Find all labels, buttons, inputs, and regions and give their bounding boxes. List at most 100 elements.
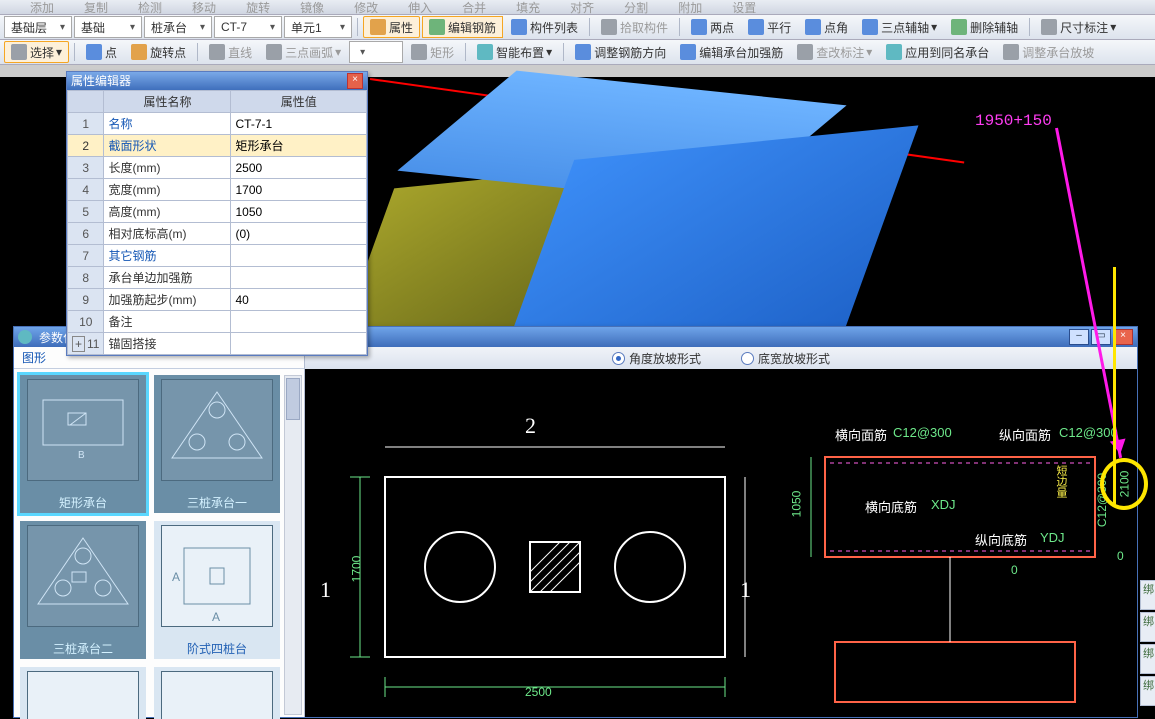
shape-thumbnail[interactable]: 三桩承台二 bbox=[20, 521, 146, 659]
menu-mirror[interactable]: 镜像 bbox=[294, 0, 330, 15]
right-strip-item[interactable]: 绑 bbox=[1140, 580, 1155, 610]
adjust-slope-button[interactable]: 调整承台放坡 bbox=[997, 42, 1100, 62]
dropdown-unit[interactable]: 单元1 bbox=[284, 16, 352, 38]
style-dropdown[interactable] bbox=[349, 41, 403, 63]
shape-thumbnail[interactable]: 三桩承台一 bbox=[154, 375, 280, 513]
right-strip-item[interactable]: 绑 bbox=[1140, 676, 1155, 706]
smart-layout-button[interactable]: 智能布置▾ bbox=[471, 42, 558, 62]
delete-axis-button[interactable]: 删除辅轴 bbox=[945, 17, 1024, 37]
property-row[interactable]: 4宽度(mm)1700 bbox=[68, 179, 367, 201]
property-row[interactable]: 3长度(mm)2500 bbox=[68, 157, 367, 179]
edit-rebar-button[interactable]: 编辑钢筋 bbox=[422, 16, 503, 38]
right-strip-item[interactable]: 绑 bbox=[1140, 644, 1155, 674]
row-number: 1 bbox=[68, 113, 104, 135]
menu-modify[interactable]: 修改 bbox=[348, 0, 384, 15]
menu-settings[interactable]: 设置 bbox=[726, 0, 762, 15]
radio-angle-slope[interactable]: 角度放坡形式 bbox=[612, 350, 701, 367]
property-value[interactable] bbox=[231, 245, 367, 267]
menu-fill[interactable]: 填充 bbox=[510, 0, 546, 15]
property-row[interactable]: +11锚固搭接 bbox=[68, 333, 367, 355]
rect-button[interactable]: 矩形 bbox=[405, 42, 460, 62]
point-button[interactable]: 点 bbox=[80, 42, 123, 62]
property-value[interactable] bbox=[231, 333, 367, 355]
minimize-button[interactable]: ‒ bbox=[1069, 329, 1089, 345]
thumbnail-scrollbar[interactable] bbox=[284, 375, 302, 715]
dimension-button[interactable]: 尺寸标注▾ bbox=[1035, 17, 1122, 37]
property-value[interactable]: 40 bbox=[231, 289, 367, 311]
dropdown-category[interactable]: 基础 bbox=[74, 16, 142, 38]
menu-move[interactable]: 移动 bbox=[186, 0, 222, 15]
shape-thumbnail[interactable]: 阶式六桩台 bbox=[154, 667, 280, 719]
section-mark-2: 2 bbox=[525, 413, 536, 439]
drawing-viewport[interactable]: 角度放坡形式 底宽放坡形式 bbox=[305, 347, 1137, 717]
property-editor-panel[interactable]: 属性编辑器 × 属性名称 属性值 1名称CT-7-12截面形状矩形承台3长度(m… bbox=[66, 71, 368, 356]
property-row[interactable]: 1名称CT-7-1 bbox=[68, 113, 367, 135]
property-name: 宽度(mm) bbox=[104, 179, 231, 201]
arc-icon bbox=[266, 44, 282, 60]
two-point-button[interactable]: 两点 bbox=[685, 17, 740, 37]
property-value[interactable]: CT-7-1 bbox=[231, 113, 367, 135]
val-xdj: XDJ bbox=[931, 497, 956, 512]
close-button[interactable]: × bbox=[1113, 329, 1133, 345]
property-name: 长度(mm) bbox=[104, 157, 231, 179]
select-button[interactable]: 选择▾ bbox=[4, 41, 69, 63]
parallel-button[interactable]: 平行 bbox=[742, 17, 797, 37]
property-value[interactable] bbox=[231, 311, 367, 333]
menu-split[interactable]: 分割 bbox=[618, 0, 654, 15]
row-number: 2 bbox=[68, 135, 104, 157]
property-row[interactable]: 6相对底标高(m)(0) bbox=[68, 223, 367, 245]
svg-text:A: A bbox=[212, 610, 220, 624]
shape-thumbnail[interactable]: 阶式五桩台 bbox=[20, 667, 146, 719]
check-annotation-button[interactable]: 查改标注▾ bbox=[791, 42, 878, 62]
menu-rotate[interactable]: 旋转 bbox=[240, 0, 276, 15]
shape-thumbnail[interactable]: AA阶式四桩台 bbox=[154, 521, 280, 659]
direction-icon bbox=[575, 44, 591, 60]
property-row[interactable]: 9加强筋起步(mm)40 bbox=[68, 289, 367, 311]
property-name: 承台单边加强筋 bbox=[104, 267, 231, 289]
menu-attach[interactable]: 附加 bbox=[672, 0, 708, 15]
menu-merge[interactable]: 合并 bbox=[456, 0, 492, 15]
right-strip-item[interactable]: 绑 bbox=[1140, 612, 1155, 642]
property-value[interactable]: 矩形承台 bbox=[231, 135, 367, 157]
menu-align[interactable]: 对齐 bbox=[564, 0, 600, 15]
shape-thumbnail[interactable]: B矩形承台 bbox=[20, 375, 146, 513]
parametric-window[interactable]: 参数化选择 ‒ ▭ × 图形 B矩形承台三桩承台一三桩承台二AA阶式四桩台阶式五… bbox=[13, 326, 1138, 718]
adjust-rebar-dir-button[interactable]: 调整钢筋方向 bbox=[569, 42, 672, 62]
property-value[interactable]: 1050 bbox=[231, 201, 367, 223]
annotation-yellow-circle bbox=[1100, 458, 1148, 510]
three-arc-button[interactable]: 三点画弧▾ bbox=[260, 42, 347, 62]
property-row[interactable]: 7其它钢筋 bbox=[68, 245, 367, 267]
apply-same-button[interactable]: 应用到同名承台 bbox=[880, 42, 995, 62]
property-row[interactable]: 8承台单边加强筋 bbox=[68, 267, 367, 289]
dropdown-subcategory[interactable]: 桩承台 bbox=[144, 16, 212, 38]
property-row[interactable]: 10备注 bbox=[68, 311, 367, 333]
property-row[interactable]: 5高度(mm)1050 bbox=[68, 201, 367, 223]
row-number: 9 bbox=[68, 289, 104, 311]
menu-copy[interactable]: 复制 bbox=[78, 0, 114, 15]
menu-extend[interactable]: 伸入 bbox=[402, 0, 438, 15]
property-value[interactable]: 1700 bbox=[231, 179, 367, 201]
radio-base-slope[interactable]: 底宽放坡形式 bbox=[741, 350, 830, 367]
dropdown-layer[interactable]: 基础层 bbox=[4, 16, 72, 38]
property-editor-titlebar[interactable]: 属性编辑器 × bbox=[67, 72, 367, 90]
point-angle-button[interactable]: 点角 bbox=[799, 17, 854, 37]
close-icon[interactable]: × bbox=[347, 73, 363, 89]
cursor-icon bbox=[11, 44, 27, 60]
thumbnail-preview: B bbox=[27, 379, 139, 481]
property-value[interactable] bbox=[231, 267, 367, 289]
pick-component-button[interactable]: 拾取构件 bbox=[595, 17, 674, 37]
line-button[interactable]: 直线 bbox=[203, 42, 258, 62]
rotate-point-button[interactable]: 旋转点 bbox=[125, 42, 192, 62]
menu-add[interactable]: 添加 bbox=[24, 0, 60, 15]
thumbnail-preview bbox=[161, 671, 273, 719]
dropdown-component[interactable]: CT-7 bbox=[214, 16, 282, 38]
three-axis-button[interactable]: 三点辅轴▾ bbox=[856, 17, 943, 37]
menu-check[interactable]: 检测 bbox=[132, 0, 168, 15]
property-row[interactable]: 2截面形状矩形承台 bbox=[68, 135, 367, 157]
component-list-button[interactable]: 构件列表 bbox=[505, 17, 584, 37]
property-value[interactable]: 2500 bbox=[231, 157, 367, 179]
properties-button[interactable]: 属性 bbox=[363, 16, 420, 38]
property-value[interactable]: (0) bbox=[231, 223, 367, 245]
edit-platform-rebar-button[interactable]: 编辑承台加强筋 bbox=[674, 42, 789, 62]
section-mark-1-right: 1 bbox=[740, 577, 751, 603]
